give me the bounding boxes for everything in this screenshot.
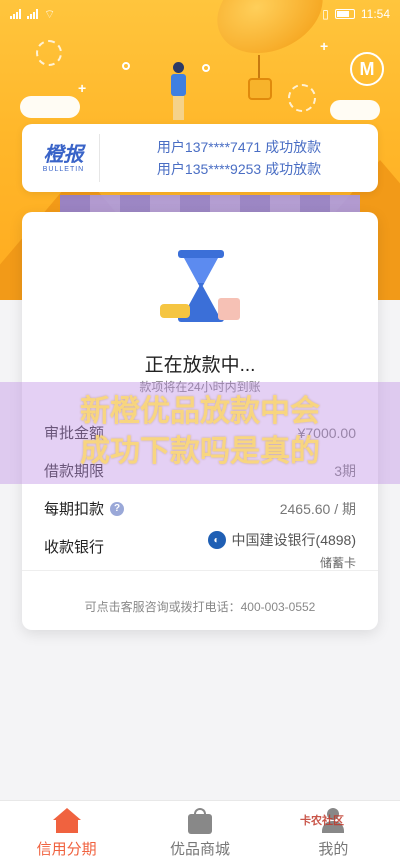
cloud-illustration [330, 100, 380, 120]
vibrate-icon: ▯ [322, 7, 329, 21]
ccb-bank-icon: ◐ [207, 531, 226, 549]
bulletin-line: 用户135****9253 成功放款 [156, 161, 322, 177]
tab-label: 信用分期 [36, 841, 97, 858]
blimp-rope [258, 55, 260, 80]
bulletin-line: 用户137****7471 成功放款 [156, 139, 322, 155]
hourglass-icon [160, 250, 244, 330]
cash-icon [218, 298, 240, 320]
receiving-bank-row: 收款银行 ◐ 中国建设银行(4898) 储蓄卡 [44, 530, 356, 571]
watermark-line: 成功下款吗是真的 [80, 435, 320, 468]
status-bar: ⌔ ▯ 11:54 [0, 0, 400, 28]
customer-service-note[interactable]: 可点击客服咨询或拨打电话：400-003-0552 [22, 598, 378, 615]
tab-me[interactable]: 我的 [267, 801, 400, 866]
battery-icon [334, 9, 355, 19]
tab-label: 优品商城 [169, 841, 230, 858]
cloud-illustration [20, 96, 80, 118]
bulletin-card: 橙报 BULLETIN 用户137****7471 成功放款 用户135****… [22, 124, 378, 192]
status-title: 正在放款中... [144, 355, 256, 376]
tab-credit-installment[interactable]: 信用分期 [0, 801, 133, 866]
app-logo-icon[interactable]: M [350, 52, 384, 86]
blimp-gondola [248, 78, 272, 100]
help-icon[interactable]: ? [110, 501, 125, 516]
coins-icon [160, 304, 190, 318]
signal-icon [27, 9, 38, 19]
bank-name: 中国建设银行(4898) [231, 532, 356, 548]
bulletin-logo-cn: 橙报 [43, 143, 84, 166]
bulletin-logo-en: BULLETIN [42, 165, 85, 173]
installment-row: 每期扣款 ? 2465.60 / 期 [44, 498, 356, 519]
tab-label: 我的 [318, 841, 349, 858]
watermark-line: 新橙优品放款中会 [80, 395, 320, 428]
installment-value: 2465.60 / 期 [279, 500, 356, 517]
wifi-icon: ⌔ [44, 6, 56, 21]
decor-dot [202, 64, 210, 72]
watermark-overlay: 新橙优品放款中会 成功下款吗是真的 [0, 382, 400, 484]
decor-dot [122, 62, 130, 70]
decor-ring [36, 40, 62, 66]
decor-plus: + [78, 80, 87, 96]
installment-label: 每期扣款 [44, 501, 105, 518]
receiving-bank-label: 收款银行 [44, 539, 105, 556]
brand-watermark: 卡农社区 [300, 815, 344, 827]
tab-mall[interactable]: 优品商城 [133, 801, 266, 866]
bulletin-logo: 橙报 BULLETIN [28, 134, 100, 182]
shopping-bag-icon [186, 808, 214, 834]
decor-ring [288, 84, 316, 112]
signal-icon [10, 9, 21, 19]
bank-card-type: 储蓄卡 [319, 556, 356, 570]
home-icon [52, 808, 81, 834]
bulletin-lines: 用户137****7471 成功放款 用户135****9253 成功放款 [100, 136, 378, 180]
divider [22, 570, 378, 571]
person-illustration [168, 62, 190, 122]
bottom-tab-bar: 信用分期 优品商城 我的 [0, 800, 400, 866]
clock-text: 11:54 [360, 7, 390, 21]
decor-plus: + [320, 38, 329, 54]
